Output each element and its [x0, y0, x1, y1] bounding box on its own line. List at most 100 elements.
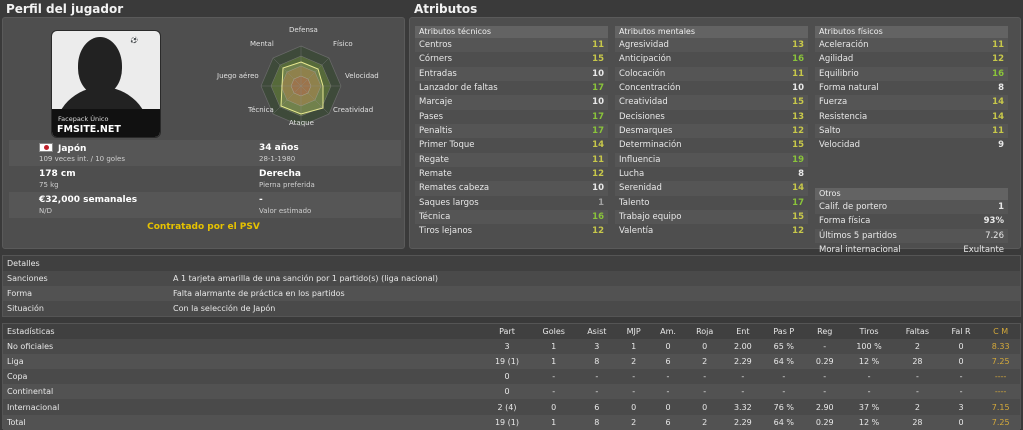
stats-cell: 0 — [551, 402, 557, 412]
stats-column-header[interactable]: Asist — [576, 324, 618, 340]
stats-cell: - — [915, 372, 919, 382]
stats-column-header[interactable]: Pas P — [762, 324, 806, 340]
attribute-value: 17 — [792, 197, 804, 208]
attribute-name: Influencia — [619, 154, 661, 165]
stats-cell: 7.25 — [991, 417, 1010, 427]
attribute-row[interactable]: Marcaje 10 — [415, 95, 608, 110]
attribute-name: Creatividad — [619, 97, 668, 108]
stats-column-header[interactable]: Estadísticas — [3, 324, 483, 340]
radar-label-ataque: Ataque — [289, 119, 314, 127]
stats-competition: Internacional — [7, 402, 60, 412]
attribute-row[interactable]: Talento 17 — [615, 196, 808, 210]
attribute-row[interactable]: Serenidad 14 — [615, 181, 808, 196]
stats-column-header[interactable]: Roja — [685, 324, 724, 340]
preferred-foot: Derecha — [259, 169, 301, 179]
stats-cell: 64 % — [773, 357, 794, 367]
attribute-row[interactable]: Entradas 10 — [415, 66, 608, 82]
attribute-row[interactable]: Remate 12 — [415, 167, 608, 181]
attribute-row[interactable]: Influencia 19 — [615, 152, 808, 168]
stats-row[interactable]: Internacional 2 (4) 0 6 0 0 0 3.32 76 % 2.90 37 % 2… — [3, 399, 1020, 414]
attribute-row[interactable]: Resistencia 14 — [815, 110, 1008, 124]
attribute-name: Agilidad — [819, 54, 854, 65]
stats-cell: 0 — [631, 402, 637, 412]
attribute-name: Córners — [419, 54, 453, 65]
stats-cell: 2 — [914, 402, 920, 412]
attribute-row[interactable]: Tiros lejanos 12 — [415, 224, 608, 238]
stats-cell: - — [632, 372, 636, 382]
stats-row[interactable]: Copa 0- - - - - - - - - - - ---- — [3, 369, 1020, 384]
stats-cell: 2 — [631, 417, 637, 427]
attribute-row[interactable]: Determinación 15 — [615, 138, 808, 152]
stats-column-header[interactable]: Am. — [650, 324, 686, 340]
details-panel: Detalles Sanciones A 1 tarjeta amarilla d… — [2, 255, 1021, 317]
attribute-row[interactable]: Centros 11 — [415, 38, 608, 53]
stats-column-header[interactable]: Reg — [805, 324, 845, 340]
contract-status-link[interactable]: Contratado por el PSV — [3, 222, 404, 232]
attribute-value: 16 — [992, 68, 1004, 79]
stats-cell: - — [823, 372, 827, 382]
physical-attributes-header: Atributos físicos — [815, 26, 1008, 38]
attribute-row[interactable]: Aceleración 11 — [815, 38, 1008, 53]
attribute-row[interactable]: Remates cabeza 10 — [415, 181, 608, 196]
attribute-row[interactable]: Desmarques 12 — [615, 124, 808, 139]
stats-cell: ---- — [994, 372, 1007, 382]
attribute-row[interactable]: Técnica 16 — [415, 210, 608, 225]
stats-column-header[interactable]: MJP — [617, 324, 651, 340]
attribute-row[interactable]: Trabajo equipo 15 — [615, 210, 808, 225]
stats-cell: 0 — [504, 372, 510, 382]
attribute-name: Tiros lejanos — [419, 226, 473, 237]
attribute-value: 15 — [792, 97, 804, 108]
attribute-row[interactable]: Agilidad 12 — [815, 52, 1008, 66]
player-profile-panel: ⚽ Facepack Único FMSITE.NET Defensa Físi… — [2, 17, 405, 249]
attribute-row[interactable]: Forma natural 8 — [815, 81, 1008, 95]
stats-cell: 3 — [504, 342, 510, 352]
stats-row[interactable]: Continental 0- - - - - - - - - - - ---- — [3, 384, 1020, 400]
stats-cell: 0 — [958, 342, 964, 352]
attribute-row[interactable]: Córners 15 — [415, 52, 608, 66]
attribute-row[interactable]: Equilibrio 16 — [815, 66, 1008, 82]
stats-column-header[interactable]: Part — [483, 324, 531, 340]
attribute-row[interactable]: Creatividad 15 — [615, 95, 808, 110]
attribute-name: Determinación — [619, 140, 682, 151]
stats-column-header[interactable]: Tiros — [844, 324, 895, 340]
attribute-row[interactable]: Fuerza 14 — [815, 95, 1008, 110]
attribute-row[interactable]: Regate 11 — [415, 152, 608, 168]
attribute-row[interactable]: Velocidad 9 — [815, 138, 1008, 152]
stats-column-header[interactable]: Fal R — [940, 324, 982, 340]
stats-cell: - — [741, 387, 745, 397]
attribute-row[interactable]: Concentración 10 — [615, 81, 808, 95]
attribute-row[interactable]: Colocación 11 — [615, 66, 808, 82]
attribute-row[interactable]: Lucha 8 — [615, 167, 808, 181]
attribute-row[interactable]: Calif. de portero 1 — [815, 200, 1008, 215]
stats-cell: ---- — [994, 387, 1007, 397]
attribute-value: 14 — [592, 140, 604, 151]
attribute-value: 12 — [792, 226, 804, 237]
stats-row[interactable]: No oficiales 3 1 3 1 0 0 2.00 65 % - 100 % 2 0 8.33 — [3, 339, 1020, 354]
attribute-row[interactable]: Agresividad 13 — [615, 38, 808, 53]
attribute-row[interactable]: Anticipación 16 — [615, 52, 808, 66]
stats-cell: - — [823, 342, 827, 352]
stats-column-header[interactable]: C M — [981, 324, 1020, 340]
attribute-row[interactable]: Penaltis 17 — [415, 124, 608, 139]
attribute-row[interactable]: Pases 17 — [415, 110, 608, 124]
info-row-physique: 178 cm 75 kg Derecha Pierna preferida — [9, 166, 401, 192]
stats-column-header[interactable]: Ent — [723, 324, 763, 340]
attribute-row[interactable]: Forma física 93% — [815, 214, 1008, 228]
stats-row[interactable]: Liga 19 (1) 1 8 2 6 2 2.29 64 % 0.29 12 % 28 0 7.25 — [3, 354, 1020, 370]
stats-cell: 19 (1) — [494, 357, 520, 367]
attribute-name: Desmarques — [619, 126, 673, 137]
attribute-row[interactable]: Primer Toque 14 — [415, 138, 608, 152]
attribute-value: 12 — [592, 226, 604, 237]
attribute-row[interactable]: Últimos 5 partidos 7.26 — [815, 228, 1008, 244]
attribute-row[interactable]: Saques largos 1 — [415, 196, 608, 210]
stats-column-header[interactable]: Faltas — [894, 324, 941, 340]
stats-row[interactable]: Total 19 (1) 1 8 2 6 2 2.29 64 % 0.29 12 % 28 0 7.25 — [3, 414, 1020, 430]
info-row-wage: €32,000 semanales N/D - Valor estimado — [9, 192, 401, 218]
attribute-row[interactable]: Valentía 12 — [615, 224, 808, 238]
attribute-name: Saques largos — [419, 197, 479, 208]
attribute-name: Centros — [419, 40, 452, 50]
attribute-row[interactable]: Decisiones 13 — [615, 110, 808, 124]
attribute-row[interactable]: Lanzador de faltas 17 — [415, 81, 608, 95]
attribute-row[interactable]: Salto 11 — [815, 124, 1008, 139]
stats-column-header[interactable]: Goles — [530, 324, 577, 340]
